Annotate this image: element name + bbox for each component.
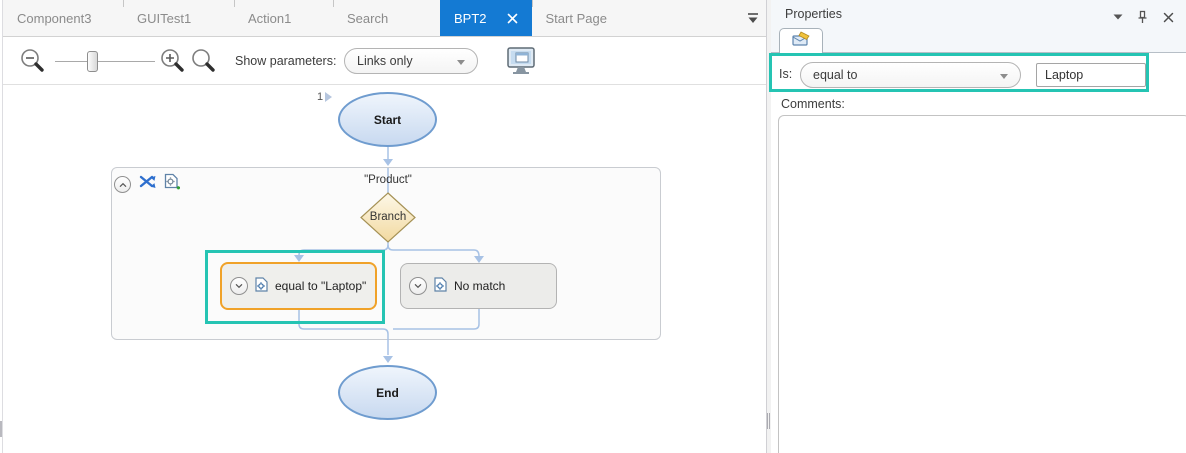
show-parameters-dropdown[interactable]: Links only xyxy=(344,48,478,74)
editor-pane: Component3 GUITest1 Action1 Search BPT2 … xyxy=(0,0,766,453)
pin-icon[interactable] xyxy=(1134,9,1150,25)
properties-panel: Properties Is: xyxy=(771,0,1186,453)
close-panel-icon[interactable] xyxy=(1160,9,1176,25)
document-tabbar: Component3 GUITest1 Action1 Search BPT2 … xyxy=(3,0,766,37)
group-header-icons xyxy=(114,173,180,196)
chevron-down-icon xyxy=(1000,74,1008,79)
is-label: Is: xyxy=(779,67,792,81)
tab-label: Start Page xyxy=(546,11,607,26)
properties-tab-icon xyxy=(792,31,811,52)
condition-label: No match xyxy=(454,279,505,293)
tab-label: GUITest1 xyxy=(137,11,191,26)
zoom-fit-icon[interactable] xyxy=(190,47,218,75)
collapse-group-button[interactable] xyxy=(114,176,131,193)
tab-label: BPT2 xyxy=(454,11,487,26)
tab-label: Search xyxy=(347,11,388,26)
tab-start-page[interactable]: Start Page xyxy=(532,0,642,36)
show-parameters-label: Show parameters: xyxy=(235,37,336,85)
comments-textarea[interactable] xyxy=(778,115,1186,453)
condition-node-selected[interactable]: equal to "Laptop" xyxy=(220,262,377,310)
tab-guitest1[interactable]: GUITest1 xyxy=(123,0,234,36)
step-marker: 1 xyxy=(317,91,332,103)
start-label: Start xyxy=(374,113,401,127)
tab-bpt2-active[interactable]: BPT2 xyxy=(440,0,532,36)
tab-label: Component3 xyxy=(17,11,91,26)
chevron-down-icon xyxy=(457,60,465,65)
canvas-toolbar: Show parameters: Links only xyxy=(3,37,766,85)
is-value-input[interactable] xyxy=(1036,63,1146,87)
dropdown-value: equal to xyxy=(813,68,857,82)
is-operator-dropdown[interactable]: equal to xyxy=(800,62,1021,88)
end-label: End xyxy=(376,386,399,400)
app-root: Component3 GUITest1 Action1 Search BPT2 … xyxy=(0,0,1186,453)
tab-component3[interactable]: Component3 xyxy=(3,0,123,36)
expand-node-button[interactable] xyxy=(230,277,248,295)
flow-canvas[interactable]: 1 Start xyxy=(3,85,766,453)
tab-overflow-icon[interactable] xyxy=(746,12,762,26)
panel-menu-icon[interactable] xyxy=(1110,9,1126,25)
expand-node-button[interactable] xyxy=(409,277,427,295)
annotation-highlight-is-row: Is: equal to xyxy=(769,53,1149,92)
properties-panel-title: Properties xyxy=(785,7,842,21)
branch-flow-icon[interactable] xyxy=(139,175,156,194)
close-tab-icon[interactable] xyxy=(507,13,518,24)
end-node[interactable]: End xyxy=(338,365,437,420)
zoom-in-icon[interactable] xyxy=(159,47,187,75)
branch-parameter-label: "Product" xyxy=(338,174,438,186)
branch-label[interactable]: Branch xyxy=(353,211,423,223)
start-node[interactable]: Start xyxy=(338,92,437,147)
condition-node-default[interactable]: No match xyxy=(400,263,557,309)
step-number: 1 xyxy=(317,91,323,103)
comments-label: Comments: xyxy=(781,97,845,111)
step-arrow-icon xyxy=(325,92,332,102)
branch-group-box[interactable] xyxy=(111,167,661,340)
add-condition-icon[interactable] xyxy=(164,173,180,196)
zoom-slider-track[interactable] xyxy=(55,61,155,62)
condition-label: equal to "Laptop" xyxy=(275,279,366,293)
display-view-icon[interactable] xyxy=(505,46,537,76)
vertical-splitter-grip[interactable] xyxy=(767,413,770,429)
zoom-slider-thumb[interactable] xyxy=(87,51,98,72)
zoom-out-icon[interactable] xyxy=(19,47,47,75)
condition-doc-icon xyxy=(434,277,447,295)
dropdown-value: Links only xyxy=(357,54,413,68)
tab-action1[interactable]: Action1 xyxy=(234,0,333,36)
properties-tab[interactable] xyxy=(779,28,823,53)
tab-search[interactable]: Search xyxy=(333,0,440,36)
condition-doc-icon xyxy=(255,277,268,295)
tab-label: Action1 xyxy=(248,11,291,26)
